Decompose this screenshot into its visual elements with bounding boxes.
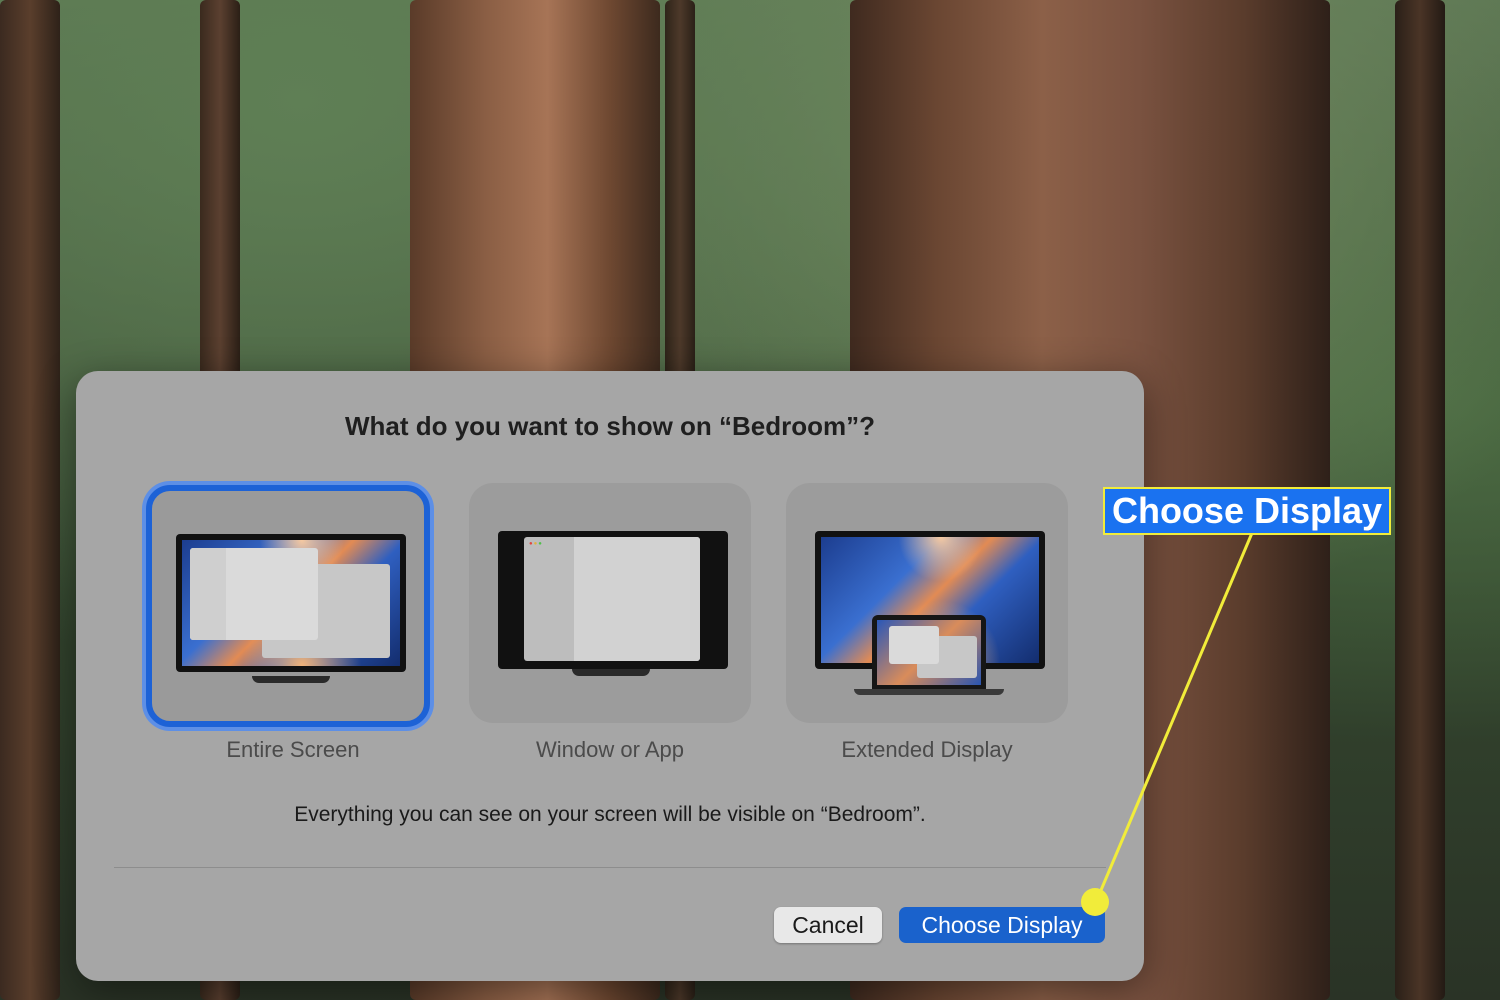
dialog-title: What do you want to show on “Bedroom”? [344,411,876,441]
option-description: Everything you can see on your screen wi… [294,803,926,826]
laptop-icon [872,615,986,689]
screen-mirroring-dialog: What do you want to show on “Bedroom”? ●… [76,371,1144,981]
window-monitor-icon: ●●● [498,531,728,669]
annotation-callout: Choose Display [1103,487,1391,535]
tree-trunk [1395,0,1445,1000]
tree-trunk [0,0,60,1000]
option-entire-screen[interactable]: ●●● [146,485,430,727]
divider [114,867,1106,868]
choose-display-button[interactable]: Choose Display [899,907,1105,943]
option-label-extended-display: Extended Display [841,737,1013,762]
monitor-icon: ●●● [176,534,406,672]
option-label-window-or-app: Window or App [536,737,684,762]
cancel-button[interactable]: Cancel [774,907,882,943]
option-label-entire-screen: Entire Screen [226,737,360,762]
option-extended-display[interactable] [786,483,1068,723]
option-window-or-app[interactable]: ●●● [469,483,751,723]
